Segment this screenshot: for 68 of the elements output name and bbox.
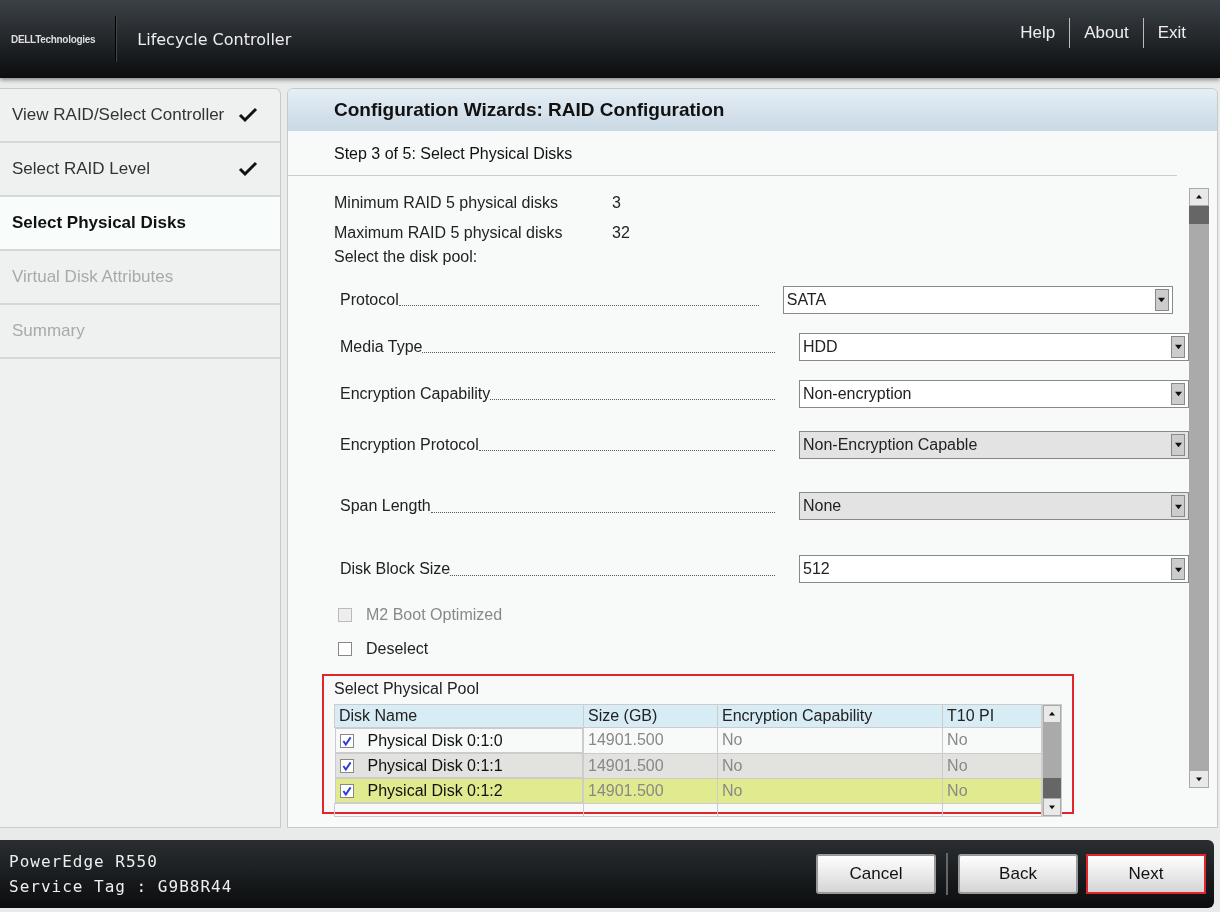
field-label: Disk Block Size xyxy=(340,560,451,578)
field-label: Span Length xyxy=(340,497,431,515)
scroll-up-icon[interactable] xyxy=(1049,711,1056,717)
checkbox[interactable] xyxy=(339,733,354,748)
scroll-thumb[interactable] xyxy=(1043,778,1061,798)
caret-icon xyxy=(1174,390,1182,397)
table-cell: No xyxy=(947,756,968,774)
scroll-down-icon[interactable] xyxy=(1049,804,1056,810)
caret-icon xyxy=(1174,502,1182,510)
service-tag: Service Tag : G9B8R44 xyxy=(9,877,233,896)
header-link[interactable]: Exit xyxy=(1143,23,1200,43)
table-cell: No xyxy=(722,781,743,799)
scroll-thumb[interactable] xyxy=(1189,206,1209,224)
dropdown[interactable]: SATA xyxy=(782,285,1173,314)
field-label: Encryption Capability xyxy=(340,384,491,403)
table-cell: Physical Disk 0:1:0 xyxy=(367,731,503,750)
disk-row[interactable]: Physical Disk 0:1:2 14901.500 No No xyxy=(334,778,1042,804)
checkbox[interactable] xyxy=(339,783,354,798)
caret-icon xyxy=(1174,565,1182,573)
wizard-button[interactable]: Back xyxy=(958,854,1078,894)
column-header: Size (GB) xyxy=(583,704,718,728)
checkbox[interactable] xyxy=(338,642,352,656)
info-label: Minimum RAID 5 physical disks xyxy=(334,194,560,212)
checkbox-label: Deselect xyxy=(366,640,429,658)
table-cell: Physical Disk 0:1:1 xyxy=(367,756,503,775)
wizard-step[interactable]: Select Physical Disks xyxy=(0,197,280,251)
scroll-down-icon[interactable] xyxy=(1196,776,1202,782)
info-value: 3 xyxy=(612,194,621,212)
brand-logo: DELLTechnologies xyxy=(11,33,96,45)
info-label: Maximum RAID 5 physical disks xyxy=(334,224,564,242)
panel-title: Configuration Wizards: RAID Configuration xyxy=(288,89,1217,131)
info-value: 32 xyxy=(612,224,630,242)
checkbox-label: M2 Boot Optimized xyxy=(366,606,503,624)
caret-icon xyxy=(1158,296,1166,303)
disk-row[interactable]: Physical Disk 0:1:1 14901.500 No No xyxy=(334,753,1042,778)
dropdown[interactable]: 512 xyxy=(799,555,1189,583)
dropdown[interactable]: HDD xyxy=(799,332,1189,361)
scrollbar[interactable] xyxy=(1042,704,1062,817)
header-link[interactable]: Help xyxy=(1006,23,1070,43)
wizard-button[interactable]: Next xyxy=(1086,854,1206,894)
caret-icon xyxy=(1174,441,1182,448)
field-label: Media Type xyxy=(340,337,423,356)
table-cell: No xyxy=(947,781,968,799)
header-link[interactable]: About xyxy=(1070,23,1143,43)
table-cell: No xyxy=(947,731,968,749)
column-header: Disk Name xyxy=(334,704,584,728)
dropdown[interactable]: Non-encryption xyxy=(799,379,1189,408)
table-cell: 14901.500 xyxy=(588,731,664,749)
table-cell: No xyxy=(722,756,743,774)
table-cell: 14901.500 xyxy=(588,756,664,774)
pool-prompt: Select the disk pool: xyxy=(334,248,479,267)
field-label: Encryption Protocol xyxy=(340,435,479,454)
app-title: Lifecycle Controller xyxy=(137,29,292,49)
field-label: Protocol xyxy=(340,290,399,309)
wizard-button[interactable]: Cancel xyxy=(816,854,936,894)
scrollbar[interactable] xyxy=(1189,188,1209,788)
wizard-step[interactable]: View RAID/Select Controller xyxy=(0,89,280,143)
table-cell: No xyxy=(722,731,743,749)
step-caption: Step 3 of 5: Select Physical Disks xyxy=(288,131,1177,176)
column-header: Encryption Capability xyxy=(717,704,943,728)
scroll-up-icon[interactable] xyxy=(1196,194,1202,200)
checkbox[interactable] xyxy=(339,758,354,773)
model-name: PowerEdge R550 xyxy=(9,852,159,871)
caret-icon xyxy=(1174,343,1182,350)
column-header: T10 PI xyxy=(942,704,1042,728)
table-cell: 14901.500 xyxy=(588,781,664,799)
table-cell: Physical Disk 0:1:2 xyxy=(367,781,503,800)
pool-title: Select Physical Pool xyxy=(334,679,480,699)
